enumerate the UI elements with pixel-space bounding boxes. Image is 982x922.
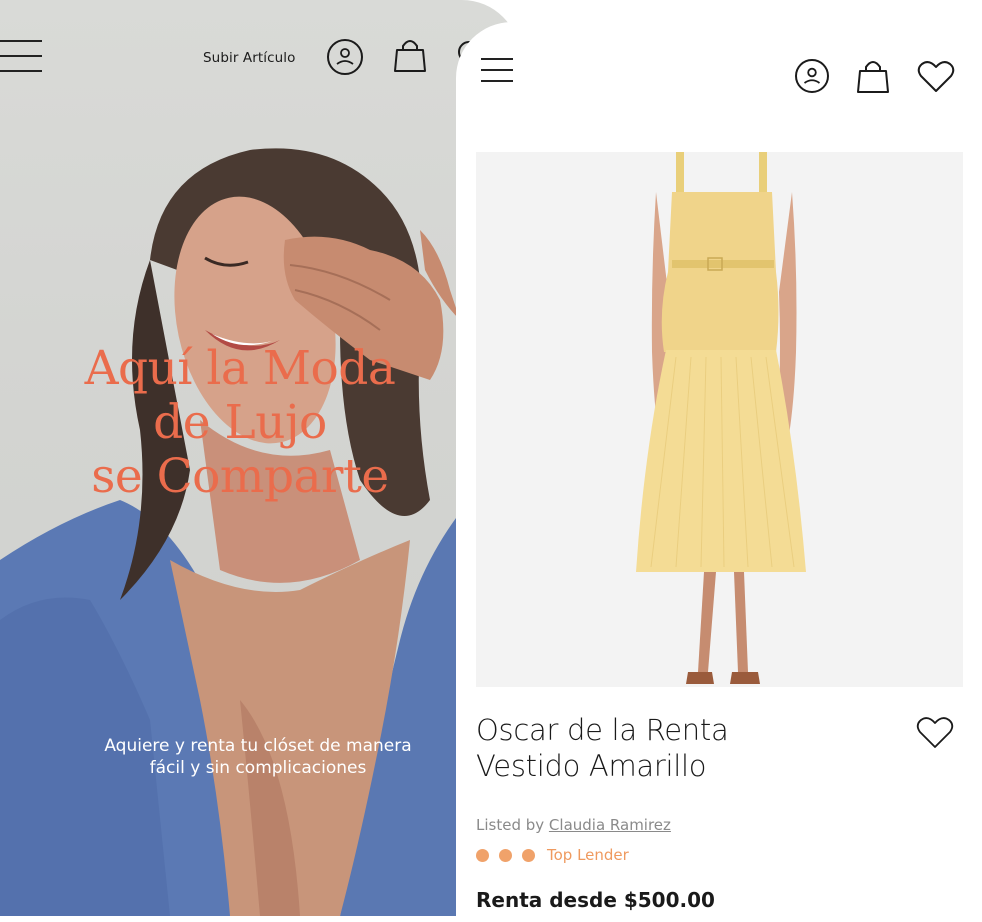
rating-dot: [476, 848, 489, 862]
hero-title-line: se Comparte: [91, 449, 389, 504]
menu-icon[interactable]: [481, 58, 515, 84]
product-brand: Oscar de la Renta: [476, 713, 729, 747]
menu-icon[interactable]: [0, 40, 44, 74]
hero-subtitle: Aquiere y renta tu clóset de manera fáci…: [48, 735, 468, 779]
bag-icon[interactable]: [856, 58, 890, 94]
listed-by-prefix: Listed by: [476, 816, 545, 834]
hero-title: Aquí la Moda de Lujo se Comparte: [60, 342, 420, 504]
product-image[interactable]: [476, 152, 963, 687]
hero-title-line: de Lujo: [153, 395, 327, 450]
listed-by: Listed by Claudia Ramirez: [476, 816, 671, 834]
heart-icon[interactable]: [917, 60, 955, 94]
dress-illustration: [636, 152, 806, 684]
bag-icon[interactable]: [392, 36, 428, 74]
lender-badge: Top Lender: [547, 846, 629, 864]
product-name: Vestido Amarillo: [476, 749, 707, 783]
rental-price: Renta desde $500.00: [476, 888, 715, 912]
lister-link[interactable]: Claudia Ramirez: [549, 816, 671, 834]
rating-dot: [522, 848, 535, 862]
lender-rating: Top Lender: [476, 846, 629, 864]
upload-item-link[interactable]: Subir Artículo: [203, 50, 296, 66]
hero-subtitle-line: fácil y sin complicaciones: [149, 758, 367, 778]
hero-title-line: Aquí la Moda: [84, 341, 396, 396]
product-screen: Oscar de la Renta Vestido Amarillo Liste…: [456, 22, 982, 922]
user-icon[interactable]: [794, 58, 830, 94]
favorite-heart-icon[interactable]: [916, 716, 954, 750]
user-icon[interactable]: [326, 38, 364, 76]
hero-subtitle-line: Aquiere y renta tu clóset de manera: [104, 736, 412, 756]
rating-dot: [499, 848, 512, 862]
home-screen: Subir Artículo Aquí la Moda de Lujo se C…: [0, 0, 520, 916]
home-header: Subir Artículo: [0, 0, 520, 110]
